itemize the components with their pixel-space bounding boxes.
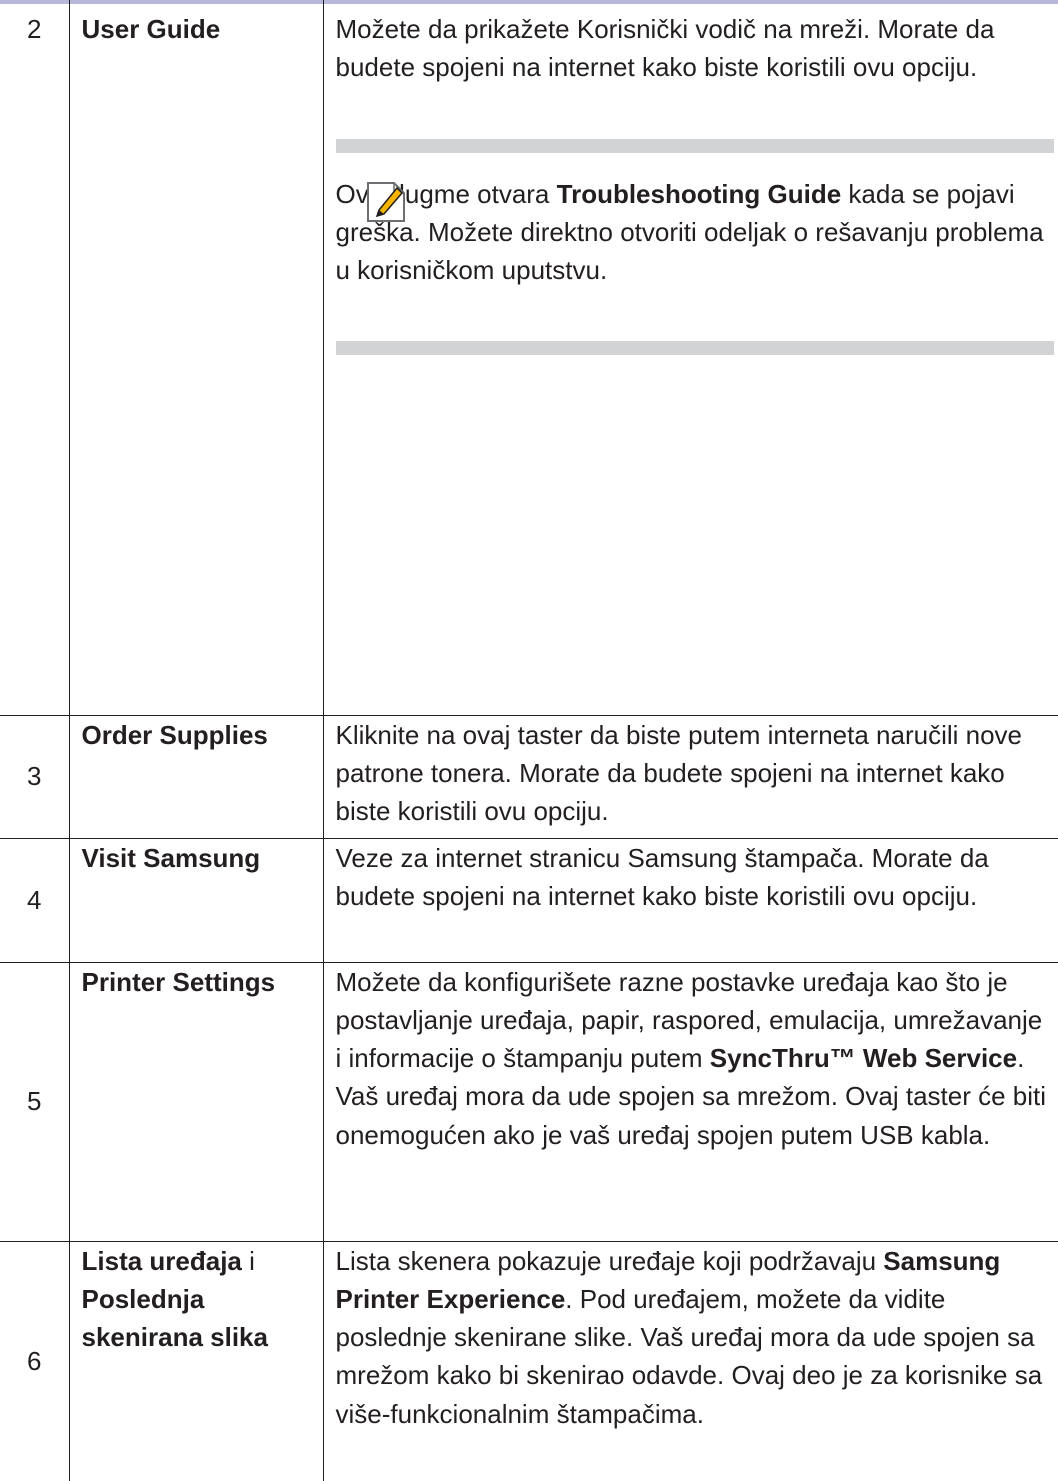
feature-name-text: Order Supplies [81,719,268,750]
row-number: 5 [0,962,70,1242]
row-number: 2 [0,0,70,716]
feature-name-text: Printer Settings [81,966,276,997]
note-pencil-icon [366,181,405,222]
feature-description: Možete da prikažete Korisnički vodič na … [323,0,1058,716]
note-text: Ovo dugme otvara Troubleshooting Guide k… [335,178,1044,286]
feature-description: Možete da konfigurišete razne postavke u… [323,962,1058,1242]
table-row: 4 Visit Samsung Veze za internet stranic… [0,838,1058,963]
feature-description: Kliknite na ovaj taster da biste putem i… [323,715,1058,839]
feature-name: Visit Samsung [69,838,324,963]
row-number: 3 [0,715,70,839]
feature-name-text: Lista uređaja i Poslednja skenirana slik… [81,1245,268,1353]
row-number: 4 [0,838,70,963]
description-text: Lista skenera pokazuje uređaje koji podr… [335,1245,1043,1429]
troubleshooting-guide-label: Troubleshooting Guide [556,178,842,209]
description-text: Veze za internet stranicu Samsung štampa… [335,842,989,911]
table-row: 3 Order Supplies Kliknite na ovaj taster… [0,715,1058,839]
table-row: 5 Printer Settings Možete da konfiguriše… [0,962,1058,1242]
feature-name: User Guide [69,0,324,716]
description-text: Možete da konfigurišete razne postavke u… [335,966,1047,1150]
feature-description: Veze za internet stranicu Samsung štampa… [323,838,1058,963]
description-text: Kliknite na ovaj taster da biste putem i… [335,719,1023,827]
table-row: 2 User Guide Možete da prikažete Korisni… [0,0,1058,716]
feature-name: Lista uređaja i Poslednja skenirana slik… [69,1241,324,1481]
feature-description: Lista skenera pokazuje uređaje koji podr… [323,1241,1058,1481]
syncthru-label: SyncThru™ Web Service [709,1043,1018,1074]
feature-name-text: Visit Samsung [81,842,261,873]
feature-name-text: User Guide [81,14,221,44]
table-row: 6 Lista uređaja i Poslednja skenirana sl… [0,1241,1058,1481]
feature-name: Order Supplies [69,715,324,839]
feature-name: Printer Settings [69,962,324,1242]
description-text: Možete da prikažete Korisnički vodič na … [335,14,995,83]
note-box: Ovo dugme otvara Troubleshooting Guide k… [335,138,1054,356]
feature-table: 2 User Guide Možete da prikažete Korisni… [0,0,1058,1481]
row-number: 6 [0,1241,70,1481]
